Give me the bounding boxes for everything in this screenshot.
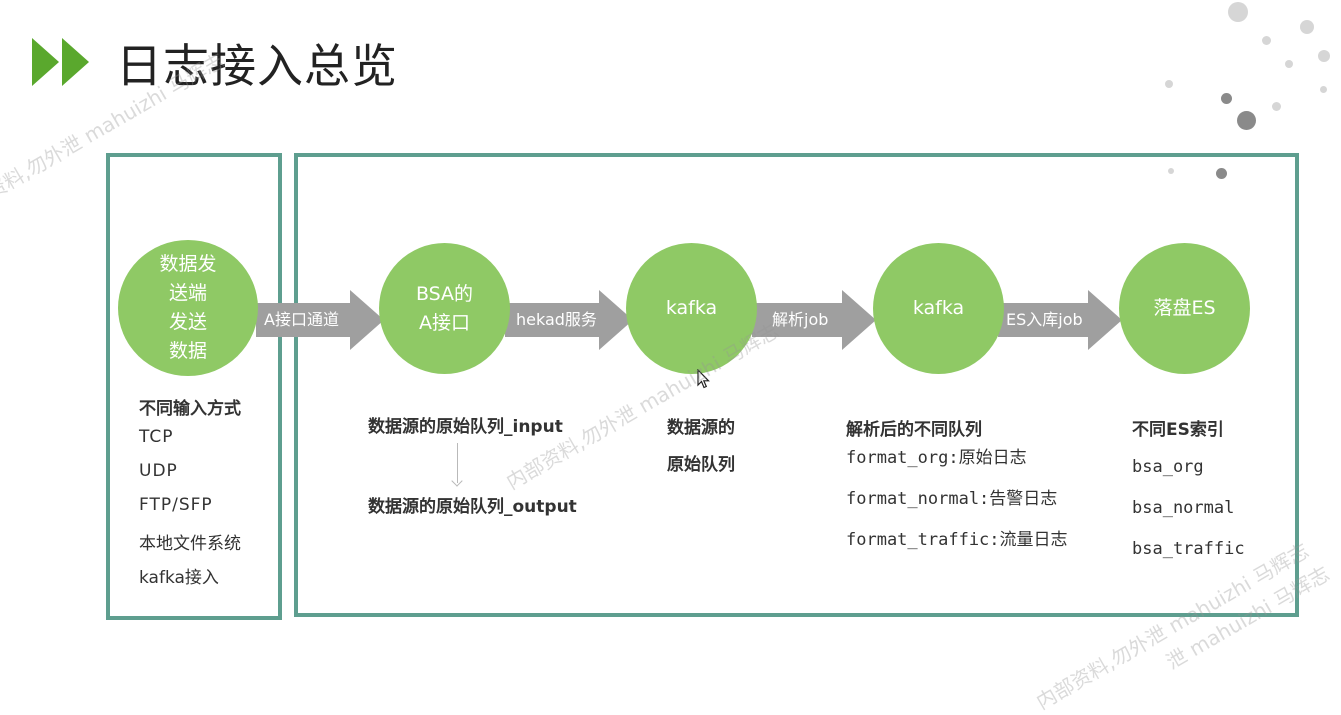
- decor-dot: [1237, 111, 1256, 130]
- node-line: BSA的: [415, 282, 474, 305]
- es-indexes-heading: 不同ES索引: [1132, 420, 1224, 440]
- input-method-item: FTP/SFP: [139, 495, 213, 515]
- node-bsa-a-interface: BSA的 A接口: [379, 243, 510, 374]
- input-method-item: kafka接入: [139, 568, 219, 588]
- parsed-queue-item: format_traffic:流量日志: [846, 530, 1068, 550]
- raw-queue-line2: 原始队列: [667, 455, 735, 475]
- decor-dot: [1320, 86, 1327, 93]
- decor-dot: [1272, 102, 1281, 111]
- node-line: 数据发: [159, 253, 217, 275]
- arrow-label: A接口通道: [264, 310, 339, 329]
- decor-dot: [1262, 36, 1271, 45]
- input-method-item: UDP: [139, 461, 178, 481]
- arrow-label: 解析job: [772, 310, 829, 329]
- source-queue-output: 数据源的原始队列_output: [368, 497, 577, 517]
- title-arrow-icon: [62, 38, 89, 86]
- source-queue-input: 数据源的原始队列_input: [368, 417, 563, 437]
- decor-dot: [1165, 80, 1173, 88]
- input-method-item: 本地文件系统: [139, 534, 241, 554]
- title-arrow-icon: [32, 38, 59, 86]
- parsed-queues-heading: 解析后的不同队列: [846, 420, 982, 440]
- node-es: 落盘ES: [1119, 243, 1250, 374]
- arrow-es-job: ES入库job: [998, 290, 1122, 350]
- node-line: 数据: [168, 340, 207, 362]
- arrow-label: hekad服务: [516, 310, 597, 329]
- decor-dot: [1221, 93, 1232, 104]
- node-line: kafka: [665, 297, 718, 319]
- node-line: 送端: [168, 282, 207, 304]
- arrow-label: ES入库job: [1006, 310, 1083, 329]
- decor-dot: [1228, 2, 1248, 22]
- down-arrow-icon: [457, 443, 458, 483]
- node-kafka-parsed: kafka: [873, 243, 1004, 374]
- es-index-item: bsa_org: [1132, 457, 1204, 477]
- node-data-sender: 数据发 送端 发送 数据: [118, 240, 258, 376]
- es-index-item: bsa_normal: [1132, 498, 1235, 518]
- parsed-queue-item: format_normal:告警日志: [846, 489, 1058, 509]
- decor-dot: [1300, 20, 1314, 34]
- arrow-a-channel: A接口通道: [256, 290, 384, 350]
- input-methods-heading: 不同输入方式: [139, 399, 241, 419]
- raw-queue-line1: 数据源的: [667, 418, 735, 438]
- es-index-item: bsa_traffic: [1132, 539, 1245, 559]
- decor-dot: [1285, 60, 1293, 68]
- parsed-queue-item: format_org:原始日志: [846, 448, 1027, 468]
- input-method-item: TCP: [139, 427, 174, 447]
- decor-dot: [1318, 50, 1330, 62]
- arrow-hekad: hekad服务: [505, 290, 633, 350]
- node-line: kafka: [912, 297, 965, 319]
- node-line: A接口: [419, 311, 470, 334]
- node-line: 发送: [168, 311, 207, 333]
- node-line: 落盘ES: [1153, 297, 1216, 319]
